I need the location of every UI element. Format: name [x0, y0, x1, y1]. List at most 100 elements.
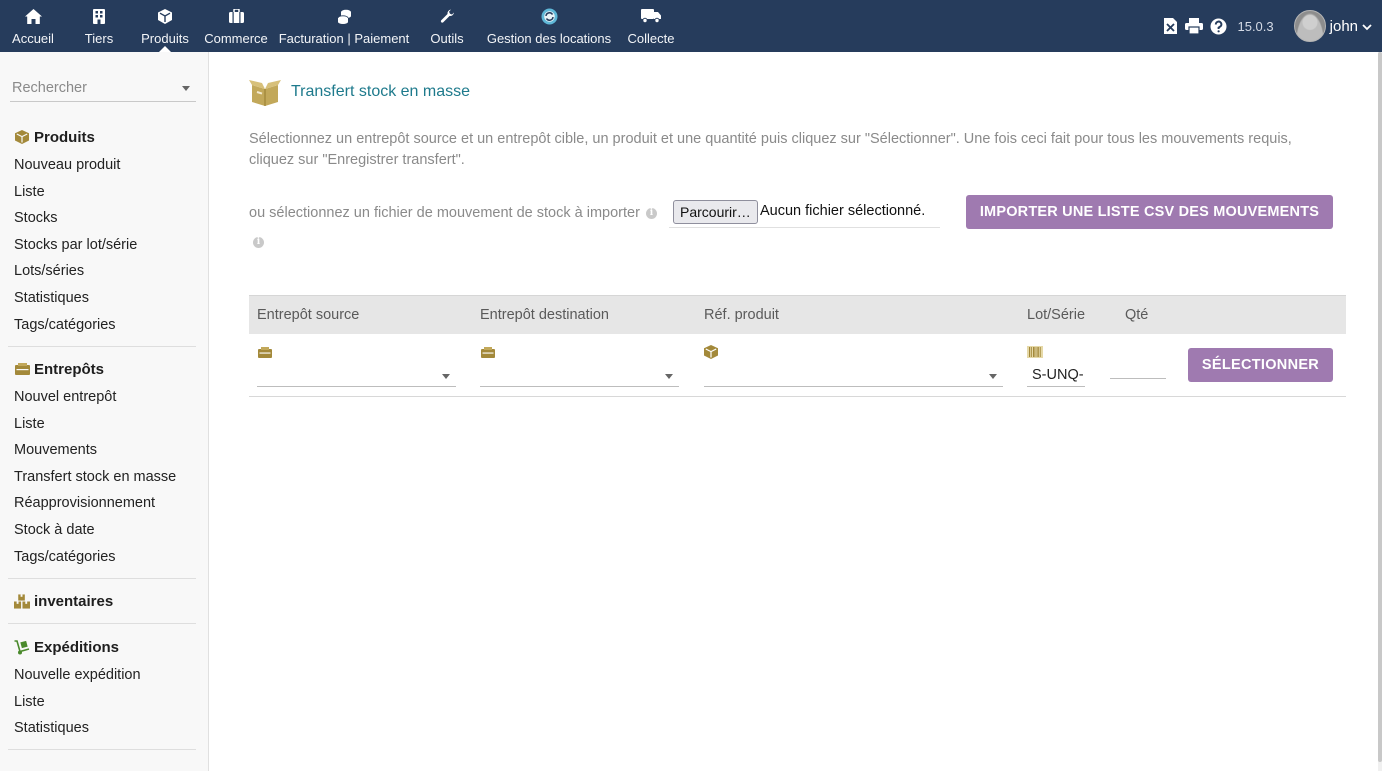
page-scrollbar[interactable]	[1378, 52, 1382, 771]
sidebar-item-liste[interactable]: Liste	[8, 179, 196, 206]
main-content: Transfert stock en masse Sélectionnez un…	[209, 52, 1382, 771]
help-icon[interactable]	[1207, 15, 1229, 37]
quantity-input[interactable]	[1110, 356, 1166, 379]
browse-button[interactable]: Parcourir…	[673, 200, 758, 224]
import-label-text: ou sélectionnez un fichier de mouvement …	[249, 205, 640, 221]
barcode-icon	[1027, 345, 1043, 359]
sidebar-heading-entrepots[interactable]: Entrepôts	[8, 357, 196, 381]
dropdown-caret-icon	[665, 374, 673, 379]
sidebar-divider	[8, 578, 196, 579]
topmenu-label: Facturation | Paiement	[278, 31, 410, 46]
sidebar-section-entrepots: Entrepôts Nouvel entrepôt Liste Mouvemen…	[8, 357, 196, 570]
page-title: Transfert stock en masse	[291, 83, 471, 100]
column-header-product: Réf. produit	[704, 307, 779, 323]
avatar	[1293, 10, 1326, 42]
sidebar-item-mouvements[interactable]: Mouvements	[8, 437, 196, 464]
intro-text: Sélectionnez un entrepôt source et un en…	[249, 131, 1292, 168]
sidebar-item-nouveau-produit[interactable]: Nouveau produit	[8, 152, 196, 179]
open-box-icon	[249, 78, 281, 106]
column-header-source: Entrepôt source	[257, 307, 360, 323]
dropdown-caret-icon	[182, 86, 190, 91]
topmenu-facturation[interactable]: Facturation | Paiement	[274, 0, 414, 52]
wrench-icon	[440, 8, 455, 24]
import-label: ou sélectionnez un fichier de mouvement …	[249, 205, 657, 221]
topmenu-collecte[interactable]: Collecte	[618, 0, 684, 52]
transfer-table: Entrepôt source Entrepôt destination Réf…	[249, 295, 1346, 397]
column-header-lot: Lot/Série	[1027, 307, 1086, 323]
sidebar-divider	[8, 749, 196, 750]
import-csv-button[interactable]: IMPORTER UNE LISTE CSV DES MOUVEMENTS	[966, 195, 1333, 229]
briefcase-icon	[228, 8, 244, 24]
sidebar-item-nouvel-entrepot[interactable]: Nouvel entrepôt	[8, 384, 196, 411]
home-icon	[24, 8, 42, 24]
sidebar-item-stock-a-date[interactable]: Stock à date	[8, 517, 196, 544]
topmenu-accueil[interactable]: Accueil	[0, 0, 66, 52]
column-header-destination: Entrepôt destination	[480, 307, 609, 323]
dolly-icon	[14, 639, 30, 655]
sidebar-item-liste[interactable]: Liste	[8, 411, 196, 438]
info-icon[interactable]: i	[253, 237, 264, 248]
sidebar-heading-label: Produits	[34, 128, 95, 146]
topmenu-produits[interactable]: Produits	[132, 0, 198, 52]
top-navigation-bar: Accueil Tiers Produits Commerce Facturat…	[0, 0, 1382, 52]
sidebar-divider	[8, 346, 196, 347]
search-placeholder: Rechercher	[12, 80, 87, 96]
sidebar-item-stocks[interactable]: Stocks	[8, 205, 196, 232]
sidebar-section-expeditions: Expéditions Nouvelle expédition Liste St…	[8, 635, 196, 742]
topmenu-gestion-locations[interactable]: Gestion des locations	[480, 0, 618, 52]
info-icon[interactable]: i	[645, 207, 657, 219]
user-menu[interactable]: john	[1293, 10, 1372, 42]
lot-serial-input[interactable]: S-UNQ-	[1027, 363, 1085, 387]
topmenu-tiers[interactable]: Tiers	[66, 0, 132, 52]
topmenu-label: Tiers	[84, 31, 114, 46]
sidebar-heading-label: Expéditions	[34, 638, 120, 656]
sidebar-search-select[interactable]: Rechercher	[10, 76, 196, 102]
destination-warehouse-select[interactable]	[480, 363, 679, 387]
version-label: 15.0.3	[1237, 18, 1274, 34]
sidebar-heading-inventaires[interactable]: inventaires	[8, 589, 196, 613]
sidebar-item-stocks-par-lot[interactable]: Stocks par lot/série	[8, 232, 196, 259]
scrollbar-thumb[interactable]	[1378, 52, 1382, 762]
sidebar-heading-expeditions[interactable]: Expéditions	[8, 635, 196, 659]
sidebar-item-reapprovisionnement[interactable]: Réapprovisionnement	[8, 490, 196, 517]
cube-icon	[158, 8, 172, 24]
print-icon[interactable]	[1183, 15, 1205, 37]
export-excel-icon[interactable]	[1159, 15, 1181, 37]
table-header: Entrepôt source Entrepôt destination Réf…	[249, 295, 1346, 334]
sidebar-item-liste[interactable]: Liste	[8, 689, 196, 716]
topmenu-label: Outils	[430, 31, 464, 46]
csv-import-row: ou sélectionnez un fichier de mouvement …	[249, 195, 1339, 231]
topmenu-label: Produits	[141, 31, 189, 46]
topmenu-label: Gestion des locations	[486, 31, 612, 46]
cube-icon	[704, 345, 718, 359]
source-warehouse-select[interactable]	[257, 363, 456, 387]
file-input[interactable]: Parcourir… Aucun fichier sélectionné.	[669, 199, 940, 228]
page-title-row: Transfert stock en masse	[249, 78, 470, 106]
sidebar-item-statistiques[interactable]: Statistiques	[8, 715, 196, 742]
rental-icon	[541, 8, 558, 24]
sidebar-item-transfert-stock-en-masse[interactable]: Transfert stock en masse	[8, 464, 196, 491]
left-sidebar: Rechercher Produits Nouveau produit List…	[0, 52, 209, 771]
sidebar-item-tags-categories[interactable]: Tags/catégories	[8, 312, 196, 339]
product-select[interactable]	[704, 363, 1003, 387]
top-right-tools: 15.0.3 john	[1159, 0, 1382, 52]
sidebar-heading-produits[interactable]: Produits	[8, 125, 196, 149]
table-row: S-UNQ- SÉLECTIONNER	[249, 334, 1346, 397]
dropdown-caret-icon	[989, 374, 997, 379]
sidebar-section-produits: Produits Nouveau produit Liste Stocks St…	[8, 125, 196, 338]
sidebar-item-lots-series[interactable]: Lots/séries	[8, 258, 196, 285]
sidebar-item-nouvelle-expedition[interactable]: Nouvelle expédition	[8, 662, 196, 689]
sidebar-heading-label: inventaires	[34, 592, 114, 610]
sidebar-item-statistiques[interactable]: Statistiques	[8, 285, 196, 312]
coins-icon	[337, 8, 352, 24]
topmenu-commerce[interactable]: Commerce	[198, 0, 274, 52]
username: john	[1329, 17, 1358, 35]
top-menu: Accueil Tiers Produits Commerce Facturat…	[0, 0, 684, 52]
warehouse-icon	[14, 361, 30, 377]
sidebar-item-tags-categories[interactable]: Tags/catégories	[8, 544, 196, 571]
truck-icon	[641, 8, 661, 24]
warehouse-icon	[481, 345, 495, 359]
chevron-down-icon	[1362, 18, 1372, 34]
topmenu-outils[interactable]: Outils	[414, 0, 480, 52]
select-button[interactable]: SÉLECTIONNER	[1188, 348, 1333, 382]
